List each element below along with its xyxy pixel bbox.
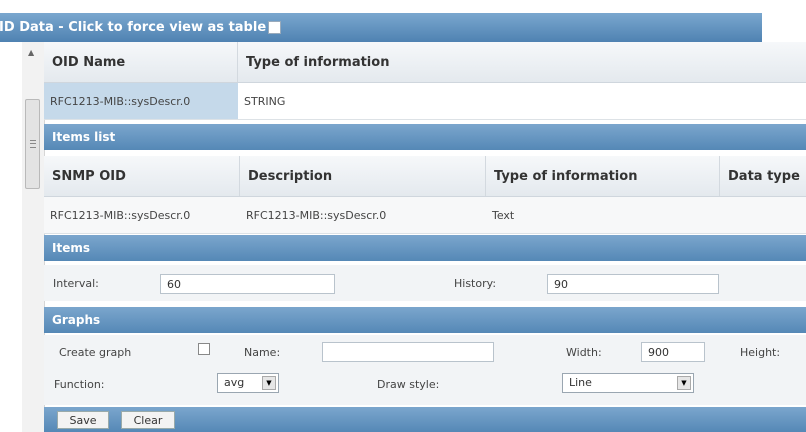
items-list-section-header: Items list	[44, 124, 806, 150]
save-button[interactable]: Save	[57, 411, 109, 429]
oid-name-cell: RFC1213-MIB::sysDescr.0	[44, 83, 238, 119]
data-type-cell	[720, 197, 806, 233]
chevron-down-icon: ▼	[262, 376, 276, 390]
column-header-type-of-information: Type of information	[486, 156, 720, 196]
graph-width-input[interactable]	[641, 342, 705, 362]
items-form-row: Interval: History:	[44, 265, 806, 301]
type-of-information-cell: STRING	[244, 94, 286, 108]
create-graph-checkbox[interactable]	[198, 343, 210, 355]
form-footer: Save Clear	[44, 407, 806, 432]
snmp-oid-cell: RFC1213-MIB::sysDescr.0	[50, 208, 191, 222]
column-header-description: Description	[240, 156, 486, 196]
items-section-header: Items	[44, 235, 806, 261]
items-list-row[interactable]: RFC1213-MIB::sysDescr.0 RFC1213-MIB::sys…	[44, 197, 806, 234]
draw-style-select-value: Line	[569, 376, 592, 389]
function-select-value: avg	[224, 376, 245, 389]
history-input[interactable]	[547, 274, 719, 294]
create-graph-label: Create graph	[59, 346, 132, 359]
items-list-header: SNMP OID Description Type of information…	[44, 156, 806, 197]
grip-icon	[30, 140, 36, 148]
type-of-information-cell: Text	[492, 208, 515, 222]
main-panel: OID Name Type of information RFC1213-MIB…	[44, 0, 806, 432]
function-select[interactable]: avg ▼	[217, 373, 279, 393]
interval-label: Interval:	[53, 277, 99, 290]
graphs-section-header: Graphs	[44, 307, 806, 333]
interval-input[interactable]	[160, 274, 335, 294]
column-header-oid-name: OID Name	[44, 42, 238, 82]
history-label: History:	[454, 277, 497, 290]
oid-table-header: OID Name Type of information	[44, 42, 806, 83]
graph-name-input[interactable]	[322, 342, 494, 362]
scrollbar-thumb[interactable]	[25, 99, 40, 189]
function-label: Function:	[54, 378, 105, 391]
clear-button[interactable]: Clear	[121, 411, 175, 429]
name-label: Name:	[244, 346, 281, 359]
scroll-up-arrow-icon[interactable]: ▲	[28, 48, 34, 57]
height-label: Height:	[740, 346, 781, 359]
vertical-scrollbar[interactable]: ▲	[22, 42, 45, 432]
width-label: Width:	[566, 346, 602, 359]
oid-table-row[interactable]: RFC1213-MIB::sysDescr.0 STRING	[44, 83, 806, 120]
column-header-type-of-information: Type of information	[246, 54, 390, 70]
column-header-data-type: Data type	[728, 168, 800, 184]
column-header-snmp-oid: SNMP OID	[44, 156, 240, 196]
graphs-form: Create graph Name: Width: Height: Functi…	[44, 335, 806, 405]
description-cell: RFC1213-MIB::sysDescr.0	[246, 208, 387, 222]
draw-style-label: Draw style:	[377, 378, 440, 391]
draw-style-select[interactable]: Line ▼	[562, 373, 694, 393]
chevron-down-icon: ▼	[677, 376, 691, 390]
